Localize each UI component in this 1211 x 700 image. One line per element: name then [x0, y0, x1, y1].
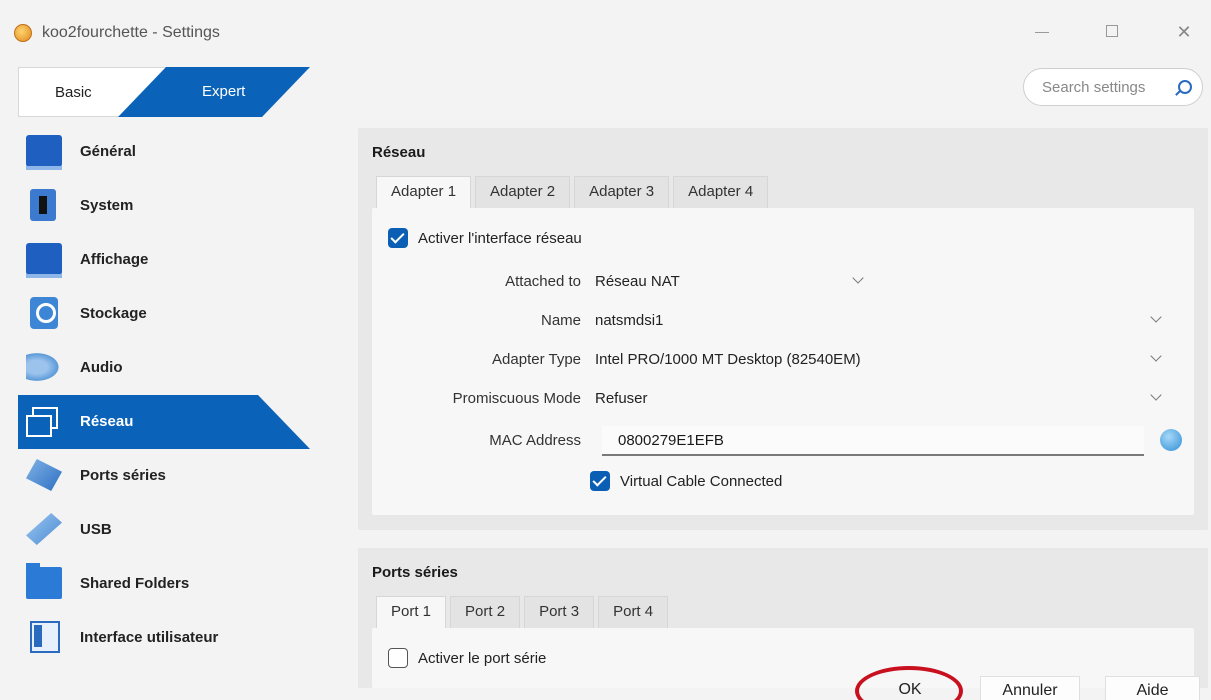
- adapter-tabs: Adapter 1 Adapter 2 Adapter 3 Adapter 4: [376, 176, 772, 209]
- enable-serial-port-checkbox[interactable]: [388, 648, 408, 668]
- serial-ports-panel-title: Ports séries: [372, 564, 458, 581]
- serial-port-icon: [26, 459, 62, 491]
- attached-to-label: Attached to: [505, 273, 581, 290]
- sidebar-item-label: Audio: [80, 359, 123, 376]
- maximize-icon: [1106, 25, 1118, 37]
- sidebar-item-label: Affichage: [80, 251, 149, 268]
- port-tabs: Port 1 Port 2 Port 3 Port 4: [376, 596, 672, 629]
- chevron-down-icon[interactable]: [1150, 350, 1162, 362]
- usb-icon: [26, 513, 62, 545]
- maximize-button[interactable]: [1100, 20, 1124, 44]
- minimize-button[interactable]: [1030, 20, 1054, 44]
- sidebar-item-label: Interface utilisateur: [80, 629, 219, 646]
- chevron-down-icon[interactable]: [1150, 311, 1162, 323]
- sidebar-item-storage[interactable]: Stockage: [18, 287, 318, 341]
- tab-port-4[interactable]: Port 4: [598, 596, 669, 628]
- settings-window: koo2fourchette - Settings ✕ Basic Expert…: [0, 0, 1211, 700]
- close-icon: ✕: [1176, 22, 1192, 42]
- mac-address-value: 0800279E1EFB: [618, 432, 724, 449]
- sidebar-item-label: Ports séries: [80, 467, 166, 484]
- close-button[interactable]: ✕: [1172, 20, 1196, 44]
- enable-serial-port-label: Activer le port série: [418, 650, 547, 667]
- sidebar-item-network[interactable]: Réseau: [18, 395, 318, 449]
- expert-mode-label: Expert: [202, 83, 246, 100]
- audio-icon: [26, 351, 62, 383]
- mode-switch: Basic Expert: [18, 67, 310, 117]
- attached-to-select[interactable]: Réseau NAT: [595, 273, 680, 290]
- app-icon: [14, 24, 32, 42]
- refresh-mac-icon[interactable]: [1160, 429, 1182, 451]
- network-panel-title: Réseau: [372, 144, 426, 161]
- chip-icon: [30, 189, 56, 221]
- name-select[interactable]: natsmdsi1: [595, 312, 663, 329]
- folder-icon: [26, 563, 62, 599]
- adapter-settings: Activer l'interface réseau Attached to R…: [372, 208, 1194, 515]
- search-icon: [1178, 80, 1192, 94]
- chevron-down-icon[interactable]: [1150, 389, 1162, 401]
- sidebar-item-general[interactable]: Général: [18, 125, 318, 179]
- cable-connected-checkbox[interactable]: [590, 471, 610, 491]
- network-icon: [26, 405, 62, 437]
- name-label: Name: [540, 312, 581, 329]
- minimize-icon: [1035, 32, 1049, 33]
- sidebar-item-label: USB: [80, 521, 112, 538]
- sidebar-item-label: System: [80, 197, 134, 214]
- tab-adapter-1[interactable]: Adapter 1: [376, 176, 472, 209]
- cable-connected-label: Virtual Cable Connected: [620, 473, 783, 490]
- sidebar-item-system[interactable]: System: [18, 179, 318, 233]
- display-icon: [26, 243, 62, 278]
- chevron-down-icon[interactable]: [852, 272, 864, 284]
- serial-ports-panel: Ports séries Port 1 Port 2 Port 3 Port 4…: [358, 548, 1208, 688]
- sidebar: Général System Affichage Stockage Audio …: [18, 125, 318, 665]
- enable-adapter-checkbox[interactable]: [388, 228, 408, 248]
- sidebar-item-label: Shared Folders: [80, 575, 190, 592]
- sidebar-item-audio[interactable]: Audio: [18, 341, 318, 395]
- promiscuous-mode-label: Promiscuous Mode: [452, 390, 581, 407]
- sidebar-item-label: Réseau: [80, 413, 134, 430]
- tab-adapter-4[interactable]: Adapter 4: [673, 176, 769, 208]
- mac-address-field[interactable]: 0800279E1EFB: [602, 426, 1144, 456]
- title-bar: koo2fourchette - Settings ✕: [0, 0, 1211, 62]
- window-title: koo2fourchette - Settings: [42, 24, 220, 41]
- sidebar-item-display[interactable]: Affichage: [18, 233, 318, 287]
- promiscuous-mode-select[interactable]: Refuser: [595, 390, 648, 407]
- monitor-icon: [26, 135, 62, 170]
- sidebar-item-shared-folders[interactable]: Shared Folders: [18, 557, 318, 611]
- tab-port-3[interactable]: Port 3: [524, 596, 595, 628]
- search-placeholder: Search settings: [1042, 79, 1146, 96]
- search-input[interactable]: Search settings: [1023, 68, 1203, 106]
- mac-address-label: MAC Address: [489, 432, 581, 449]
- enable-adapter-label: Activer l'interface réseau: [418, 230, 582, 247]
- cancel-button[interactable]: Annuler: [980, 676, 1080, 700]
- sidebar-item-user-interface[interactable]: Interface utilisateur: [18, 611, 318, 665]
- sidebar-item-serial-ports[interactable]: Ports séries: [18, 449, 318, 503]
- ui-icon: [30, 621, 60, 653]
- adapter-type-label: Adapter Type: [492, 351, 581, 368]
- help-button[interactable]: Aide: [1105, 676, 1200, 700]
- adapter-type-select[interactable]: Intel PRO/1000 MT Desktop (82540EM): [595, 351, 861, 368]
- tab-adapter-2[interactable]: Adapter 2: [475, 176, 571, 208]
- sidebar-item-label: Stockage: [80, 305, 147, 322]
- tab-port-1[interactable]: Port 1: [376, 596, 447, 629]
- tab-port-2[interactable]: Port 2: [450, 596, 521, 628]
- network-panel: Réseau Adapter 1 Adapter 2 Adapter 3 Ada…: [358, 128, 1208, 530]
- sidebar-item-usb[interactable]: USB: [18, 503, 318, 557]
- basic-mode-label: Basic: [55, 84, 92, 101]
- tab-adapter-3[interactable]: Adapter 3: [574, 176, 670, 208]
- sidebar-item-label: Général: [80, 143, 136, 160]
- storage-icon: [30, 297, 58, 329]
